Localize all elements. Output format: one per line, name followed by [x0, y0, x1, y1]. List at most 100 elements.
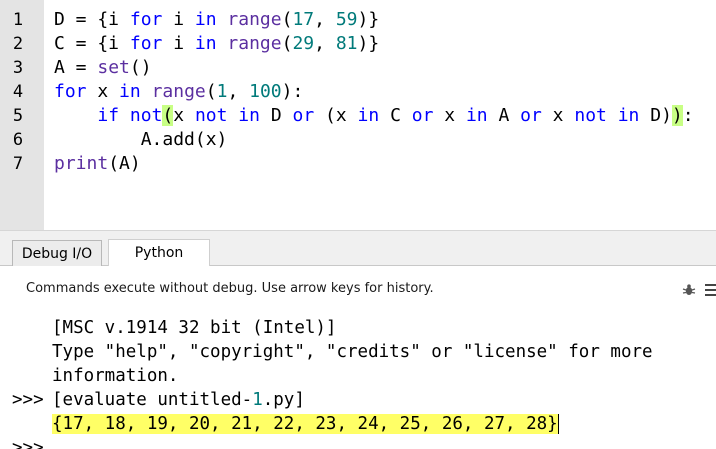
- code-line[interactable]: D = {i for i in range(17, 59)}: [54, 8, 379, 32]
- shell-text: {17, 18, 19, 20, 21, 22, 23, 24, 25, 26,…: [52, 414, 558, 434]
- code-token: 1: [216, 81, 228, 102]
- code-token: (A): [108, 153, 141, 174]
- code-token: not: [129, 105, 163, 126]
- code-token: x: [86, 81, 120, 102]
- shell-line: Type "help", "copyright", "credits" or "…: [12, 340, 653, 364]
- text-caret: [557, 414, 559, 434]
- shell-prompt: >>>: [12, 438, 44, 449]
- code-line[interactable]: print(A): [54, 152, 141, 176]
- code-token: for: [54, 81, 87, 102]
- code-editor[interactable]: 1234567 D = {i for i in range(17, 59)} C …: [0, 0, 716, 230]
- code-token: D: [259, 105, 293, 126]
- shell-output[interactable]: [MSC v.1914 32 bit (Intel)] Type "help", …: [12, 316, 716, 449]
- code-token: or: [292, 105, 315, 126]
- shell-text: [evaluate untitled-: [52, 390, 253, 410]
- line-number: 2: [12, 34, 24, 54]
- code-token: (): [129, 57, 152, 78]
- code-token: )}: [357, 33, 380, 54]
- bug-icon[interactable]: [682, 283, 696, 297]
- code-token: i: [162, 33, 195, 54]
- tab-debug-io[interactable]: Debug I/O: [12, 240, 102, 267]
- code-line[interactable]: for x in range(1, 100):: [54, 80, 303, 104]
- shell-text: 1: [252, 390, 263, 410]
- code-line[interactable]: A.add(x): [54, 128, 228, 152]
- code-token: i: [162, 9, 195, 30]
- code-token: D = {i: [54, 9, 130, 30]
- code-token: 100: [249, 81, 282, 102]
- code-token: 59: [335, 9, 358, 30]
- shell-line: >>>: [12, 436, 52, 449]
- code-token: in: [194, 9, 217, 30]
- code-token: ,: [227, 81, 250, 102]
- line-number: 1: [12, 10, 24, 30]
- code-token: (: [281, 9, 293, 30]
- code-token: x: [433, 105, 466, 126]
- line-number: 5: [12, 106, 24, 126]
- code-token: in: [357, 105, 380, 126]
- code-token: range: [227, 33, 282, 54]
- line-number: 4: [12, 82, 24, 102]
- code-token: A: [487, 105, 521, 126]
- code-token: ,: [314, 33, 336, 54]
- code-token: ): [671, 105, 683, 126]
- code-token: ):: [281, 81, 304, 102]
- code-token: C = {i: [54, 33, 130, 54]
- code-token: or: [520, 105, 542, 126]
- code-line[interactable]: if not(x not in D or (x in C or x in A o…: [54, 104, 694, 128]
- shell-prompt: >>>: [12, 390, 44, 410]
- code-token: set: [97, 57, 130, 78]
- code-token: if: [97, 105, 120, 126]
- code-token: print: [54, 153, 109, 174]
- code-token: (: [281, 33, 293, 54]
- code-token: not: [194, 105, 228, 126]
- tab-python-shell[interactable]: Python Shell: [108, 239, 210, 287]
- shell-info-text: Commands execute without debug. Use arro…: [26, 281, 434, 296]
- code-token: (: [205, 81, 217, 102]
- code-token: range: [227, 9, 282, 30]
- code-token: for: [129, 9, 163, 30]
- shell-text: .py]: [262, 390, 305, 410]
- python-shell-panel: Commands execute without debug. Use arro…: [0, 266, 716, 449]
- shell-text: Type "help", "copyright", "credits" or "…: [52, 342, 653, 362]
- line-number: 7: [12, 154, 24, 174]
- code-token: 17: [292, 9, 315, 30]
- code-token: x: [541, 105, 575, 126]
- code-token: A.add(x): [54, 129, 228, 150]
- code-token: in: [238, 105, 260, 126]
- shell-line: {17, 18, 19, 20, 21, 22, 23, 24, 25, 26,…: [12, 412, 559, 436]
- line-number-gutter: 1 2 3 4 5 6 7: [0, 0, 44, 230]
- code-token: C: [379, 105, 412, 126]
- code-token: A =: [54, 57, 98, 78]
- line-number: 6: [12, 130, 24, 150]
- code-line[interactable]: A = set(): [54, 56, 152, 80]
- shell-text: information.: [52, 366, 179, 386]
- code-token: )}: [357, 9, 380, 30]
- code-token: (: [162, 105, 174, 126]
- code-token: D): [639, 105, 672, 126]
- tool-tab-strip: Debug I/O Python Shell: [0, 230, 716, 287]
- shell-line: information.: [12, 364, 178, 388]
- line-number: 3: [12, 58, 24, 78]
- code-token: in: [465, 105, 488, 126]
- menu-icon[interactable]: [705, 284, 716, 296]
- code-token: in: [617, 105, 640, 126]
- shell-text: [MSC v.1914 32 bit (Intel)]: [52, 318, 337, 338]
- shell-line: [MSC v.1914 32 bit (Intel)]: [12, 316, 336, 340]
- code-token: 81: [335, 33, 358, 54]
- code-token: (x: [314, 105, 358, 126]
- code-token: range: [151, 81, 206, 102]
- code-token: not: [574, 105, 607, 126]
- code-token: x: [173, 105, 195, 126]
- code-token: for: [129, 33, 163, 54]
- code-token: in: [119, 81, 141, 102]
- shell-line: >>> [evaluate untitled-1.py]: [12, 388, 305, 412]
- code-line[interactable]: C = {i for i in range(29, 81)}: [54, 32, 379, 56]
- code-token: in: [194, 33, 217, 54]
